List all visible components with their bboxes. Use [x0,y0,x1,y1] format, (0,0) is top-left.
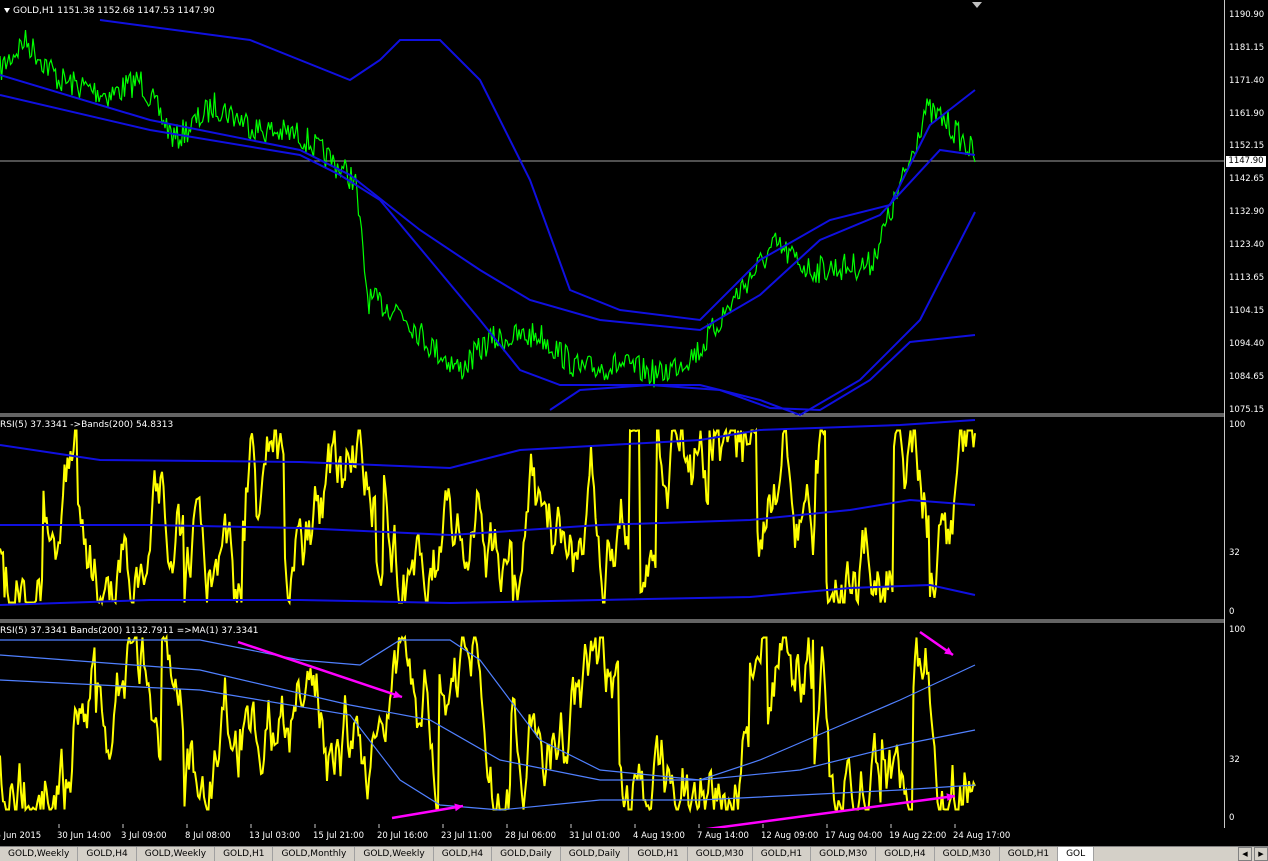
rsi-tick-label: 100 [1229,420,1246,430]
time-tick-label: 3 Jul 09:00 [121,831,167,841]
time-tick-label: 23 Jul 11:00 [441,831,492,841]
time-tick-label: 13 Jul 03:00 [249,831,300,841]
chart-tab[interactable]: GOLD,M30 [688,847,753,861]
rsi2-tick-label: 0 [1229,813,1235,823]
chart-tab[interactable]: GOLD,Weekly [137,847,216,861]
price-line [0,29,976,388]
middle-band [0,74,976,332]
chart-tab[interactable]: GOLD,H4 [876,847,935,861]
price-tick-label: 1113.65 [1229,273,1265,283]
price-tick-label: 1171.40 [1229,76,1265,86]
rsi2-line [0,633,976,814]
price-tick-label: 1132.90 [1229,207,1265,217]
price-tick-label: 1075.15 [1229,405,1265,415]
chart-tab[interactable]: GOLD,Weekly [355,847,434,861]
chart-tab[interactable]: GOLD,Daily [492,847,561,861]
chart-tab[interactable]: GOLD,H1 [215,847,274,861]
rsi2-tick-label: 100 [1229,625,1246,635]
symbol-dropdown-icon [4,8,10,13]
chart-tab[interactable]: GOLD,H1 [1000,847,1059,861]
rsi-tick-label: 32 [1229,548,1240,558]
chart-canvas[interactable] [0,0,1224,828]
rsi2-tick-label: 32 [1229,755,1240,765]
time-tick-label: 28 Jul 06:00 [505,831,556,841]
price-tick-label: 1142.65 [1229,174,1265,184]
lower-band [0,94,976,417]
chart-tab[interactable]: GOLD,M30 [935,847,1000,861]
price-tick-label: 1094.40 [1229,339,1265,349]
time-tick-label: 24 Aug 17:00 [953,831,1011,841]
chart-tab[interactable]: GOLD,H4 [434,847,493,861]
lower-band-2 [549,334,976,412]
chart-tab[interactable]: GOLD,Daily [561,847,630,861]
upper-band [99,19,976,322]
time-tick-label: 30 Jun 14:00 [57,831,111,841]
chart-tab[interactable]: GOL [1058,847,1095,861]
price-tick-label: 1190.90 [1229,10,1265,20]
price-tick-label: 1152.15 [1229,141,1265,151]
tab-nav: ◀ ▶ [1238,847,1268,861]
divergence-arrow [237,640,403,699]
time-tick-label: 19 Aug 22:00 [889,831,947,841]
time-tick-label: 26 Jun 2015 [0,831,42,841]
chart-tab[interactable]: GOLD,Weekly [0,847,79,861]
chart-tab[interactable]: GOLD,H1 [753,847,812,861]
chart-tab[interactable]: GOLD,H4 [78,847,137,861]
time-tick-label: 20 Jul 16:00 [377,831,428,841]
price-tick-label: 1181.15 [1229,43,1265,53]
time-tick-label: 12 Aug 09:00 [761,831,819,841]
triangle-left-icon[interactable]: ◀ [1238,847,1252,861]
triangle-right-icon[interactable]: ▶ [1254,847,1268,861]
rsi2-pane-label: RSI(5) 37.3341 Bands(200) 1132.7911 =>MA… [0,626,259,636]
current-price-badge: 1147.90 [1226,156,1266,167]
time-tick-label: 4 Aug 19:00 [633,831,685,841]
rsi-middle-band [0,498,976,537]
rsi-pane-label: RSI(5) 37.3341 ->Bands(200) 54.8313 [0,420,174,430]
divergence-arrow [391,804,464,820]
time-tick-label: 31 Jul 01:00 [569,831,620,841]
price-tick-label: 1123.40 [1229,240,1265,250]
time-tick-label: 17 Aug 04:00 [825,831,883,841]
chart-tab[interactable]: GOLD,Monthly [273,847,356,861]
price-tick-label: 1161.90 [1229,109,1265,119]
time-tick-label: 8 Jul 08:00 [185,831,231,841]
rsi-tick-label: 0 [1229,607,1235,617]
chart-tab[interactable]: GOLD,M30 [811,847,877,861]
time-tick-label: 7 Aug 14:00 [697,831,749,841]
divergence-arrow-head [393,690,402,699]
price-tick-label: 1104.15 [1229,306,1265,316]
time-tick-label: 15 Jul 21:00 [313,831,364,841]
main-pane-label: GOLD,H1 1151.38 1152.68 1147.53 1147.90 [4,6,215,16]
rsi-line [0,427,976,607]
shift-triangle-icon[interactable] [972,2,982,8]
chart-tab[interactable]: GOLD,H1 [629,847,688,861]
price-tick-label: 1084.65 [1229,372,1265,382]
chart-tabs: GOLD,Weekly GOLD,H4 GOLD,Weekly GOLD,H1 GOLD… [0,846,1268,861]
chart-area[interactable] [0,0,1224,828]
